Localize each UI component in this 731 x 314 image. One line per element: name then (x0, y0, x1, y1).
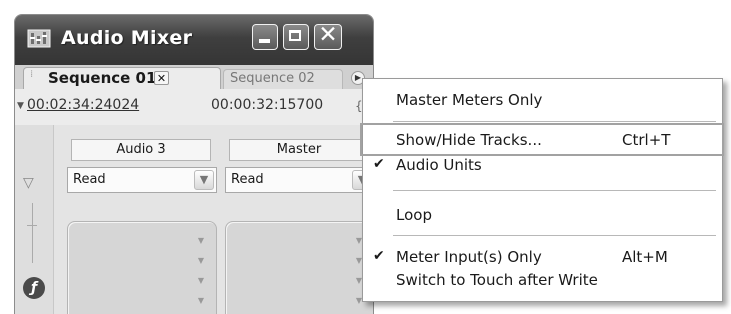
channel-audio-3: Audio 3 Read ▼ ▼ ▼ ▼ ▼ (67, 125, 217, 314)
rail-tick (27, 225, 37, 226)
minimize-icon (259, 39, 270, 43)
effects-panel[interactable]: ▼ ▼ ▼ ▼ (67, 221, 217, 314)
playhead-marker-icon: ▼ (17, 101, 24, 111)
audio-mixer-window: Audio Mixer ✕ ⁞ Sequence 01 ✕ Sequence 0… (14, 14, 374, 314)
slot-arrow-icon: ▼ (197, 276, 204, 285)
menu-item-master-meters-only[interactable]: Master Meters Only (363, 87, 722, 115)
menu-separator (393, 121, 716, 122)
automation-value: Read (73, 172, 106, 187)
tab-sequence-01[interactable]: ⁞ Sequence 01 ✕ (23, 67, 221, 89)
menu-item-meter-inputs-only[interactable]: ✔ Meter Input(s) Only Alt+M (363, 244, 722, 272)
menu-item-audio-units[interactable]: ✔ Audio Units (363, 156, 722, 180)
slot-arrow-icon: ▼ (197, 256, 204, 265)
automation-dropdown[interactable]: Read ▼ (67, 167, 217, 193)
automation-value: Read (231, 172, 264, 187)
maximize-button[interactable] (283, 24, 309, 50)
menu-item-switch-to-touch[interactable]: Switch to Touch after Write (363, 270, 722, 294)
channel-area: ▽ ƒ Audio 3 Read ▼ ▼ ▼ ▼ ▼ Master Read ▼ (15, 125, 373, 314)
checkmark-icon: ✔ (373, 248, 385, 264)
minimize-button[interactable] (252, 24, 278, 50)
menu-item-shortcut: Ctrl+T (622, 131, 671, 149)
tab-label: Sequence 02 (230, 71, 315, 86)
menu-item-loop[interactable]: Loop (363, 202, 722, 230)
panel-context-menu: Master Meters Only Show/Hide Tracks... C… (360, 78, 724, 302)
channel-name[interactable]: Audio 3 (71, 139, 211, 161)
tab-strip: ⁞ Sequence 01 ✕ Sequence 02 ▶ (15, 65, 373, 89)
menu-separator (393, 190, 716, 191)
effects-panel[interactable]: ▼ ▼ ▼ ▼ (225, 221, 373, 314)
menu-item-label: Show/Hide Tracks... (396, 131, 542, 149)
window-title: Audio Mixer (61, 27, 193, 49)
tab-label: Sequence 01 (48, 69, 157, 87)
menu-item-label: Master Meters Only (396, 91, 543, 109)
effects-icon[interactable]: ƒ (23, 277, 45, 299)
channel-master: Master Read ▼ ▼ ▼ ▼ ▼ (225, 125, 373, 314)
tab-close-icon[interactable]: ✕ (154, 71, 169, 85)
audio-mixer-app-icon (27, 29, 51, 48)
duration-timecode: 00:00:32:15700 (211, 97, 324, 113)
close-button[interactable]: ✕ (314, 22, 342, 50)
drag-grip-icon[interactable]: ⁞ (30, 70, 33, 80)
tab-sequence-02[interactable]: Sequence 02 (223, 69, 343, 89)
menu-item-label: Loop (396, 206, 432, 224)
automation-dropdown[interactable]: Read ▼ (225, 167, 373, 193)
maximize-icon (289, 30, 301, 41)
menu-item-show-hide-tracks[interactable]: Show/Hide Tracks... Ctrl+T (363, 127, 722, 155)
slot-arrow-icon: ▼ (197, 236, 204, 245)
slot-arrow-icon: ▼ (197, 296, 204, 305)
menu-separator (393, 235, 716, 236)
menu-item-label: Switch to Touch after Write (396, 271, 598, 289)
close-icon: ✕ (318, 22, 338, 48)
chevron-down-icon[interactable]: ▼ (194, 170, 214, 190)
track-rail: ▽ ƒ (15, 125, 54, 314)
channel-name[interactable]: Master (229, 139, 369, 161)
timecode-bar: ▼ 00:02:34:24024 00:00:32:15700 {} (15, 89, 373, 125)
checkmark-icon: ✔ (373, 156, 385, 172)
menu-item-label: Audio Units (396, 156, 482, 174)
collapse-arrow-icon[interactable]: ▽ (23, 175, 34, 191)
menu-item-label: Meter Input(s) Only (396, 248, 542, 266)
title-bar[interactable]: Audio Mixer ✕ (15, 15, 373, 65)
rail-divider (32, 203, 33, 263)
current-timecode[interactable]: 00:02:34:24024 (27, 97, 139, 113)
menu-item-shortcut: Alt+M (622, 248, 668, 266)
